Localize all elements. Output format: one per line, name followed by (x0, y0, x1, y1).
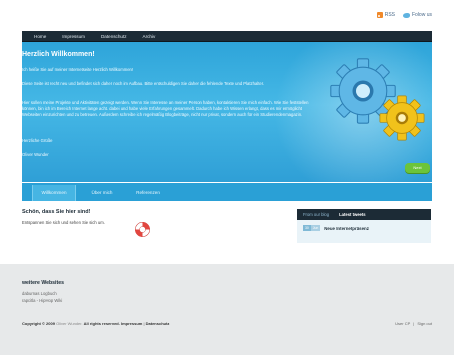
content-text: Entspannen Sie sich und sehen Sie sich u… (22, 220, 105, 225)
tab-latest-tweets[interactable]: Latest tweets (339, 212, 366, 217)
footer-link-hiphop-wiki[interactable]: rapcitla - HipHop Wiki (22, 298, 62, 303)
copyright-rights: All rights reserved. (83, 321, 120, 326)
footer-user-separator: | (413, 321, 415, 326)
tab-ueber-mich[interactable]: Über mich (80, 185, 124, 201)
sign-out-link[interactable]: Sign out (417, 321, 432, 326)
nav-item-impressum[interactable]: Impressum (54, 31, 93, 42)
footer-separator: | (143, 321, 145, 326)
nav-item-home[interactable]: Home (26, 31, 54, 42)
hero-author: Oliver Wunder (22, 152, 49, 157)
lifebuoy-icon (135, 222, 150, 237)
footer-user-links: User CP | Sign out (395, 321, 432, 326)
tab-referenzen[interactable]: Referenzen (126, 185, 170, 201)
post-date-badge: 30 Jun (303, 225, 321, 231)
copyright-label: Copyright © 2009 (22, 321, 55, 326)
post-date-day: 30 (303, 225, 311, 231)
footer-copyright: Copyright © 2009 Oliver Wunder. All righ… (22, 321, 169, 326)
gold-gear-icon (379, 95, 425, 141)
footer (0, 264, 454, 355)
footer-title: weitere Websites (22, 280, 64, 286)
nav-item-datenschutz[interactable]: Datenschutz (93, 31, 135, 42)
twitter-bird-icon (402, 12, 410, 18)
hero-banner: Herzlich Willkommen! Ich heiße Sie auf m… (22, 42, 432, 182)
tabs-bar: Willkommen Über mich Referenzen (22, 183, 432, 201)
hero-paragraph-3: Hier sollen meine Projekte und Aktivität… (22, 100, 309, 117)
footer-datenschutz-link[interactable]: Datenschutz (146, 321, 170, 326)
copyright-author: Oliver Wunder. (56, 321, 83, 326)
tab-willkommen[interactable]: Willkommen (32, 185, 76, 201)
follow-us-link[interactable]: Folow us (402, 12, 432, 18)
next-button[interactable]: Next (405, 163, 430, 173)
blog-widget: From our blog Latest tweets 30 Jun Neue … (297, 209, 431, 243)
main-nav: Home Impressum Datenschutz Archiv (22, 31, 432, 42)
rss-label: RSS (384, 12, 395, 18)
post-date-month: Jun (310, 225, 321, 231)
tab-from-our-blog[interactable]: From our blog (303, 212, 329, 217)
footer-link-logbuch[interactable]: daburnas Logbuch (22, 291, 57, 296)
footer-impressum-link[interactable]: Impressum (121, 321, 142, 326)
blog-post-item[interactable]: 30 Jun Neue Internetpräsenz (297, 220, 431, 236)
post-title[interactable]: Neue Internetpräsenz (324, 226, 369, 231)
content-title: Schön, dass Sie hier sind! (22, 209, 91, 215)
hero-title: Herzlich Willkommen! (22, 51, 95, 58)
hero-paragraph-1: Ich heiße Sie auf meiner Internetseite H… (22, 67, 134, 72)
top-links: RSS Folow us (376, 12, 432, 18)
hero-greeting: Herzliche Grüße (22, 138, 53, 143)
follow-us-label: Folow us (411, 12, 432, 18)
rss-link[interactable]: RSS (376, 12, 395, 18)
hero-paragraph-2: Diese Seite ist recht neu und befindet s… (22, 81, 265, 86)
user-cp-link[interactable]: User CP (395, 321, 410, 326)
blog-widget-header: From our blog Latest tweets (297, 209, 431, 220)
nav-item-archiv[interactable]: Archiv (135, 31, 164, 42)
rss-icon (376, 12, 383, 18)
